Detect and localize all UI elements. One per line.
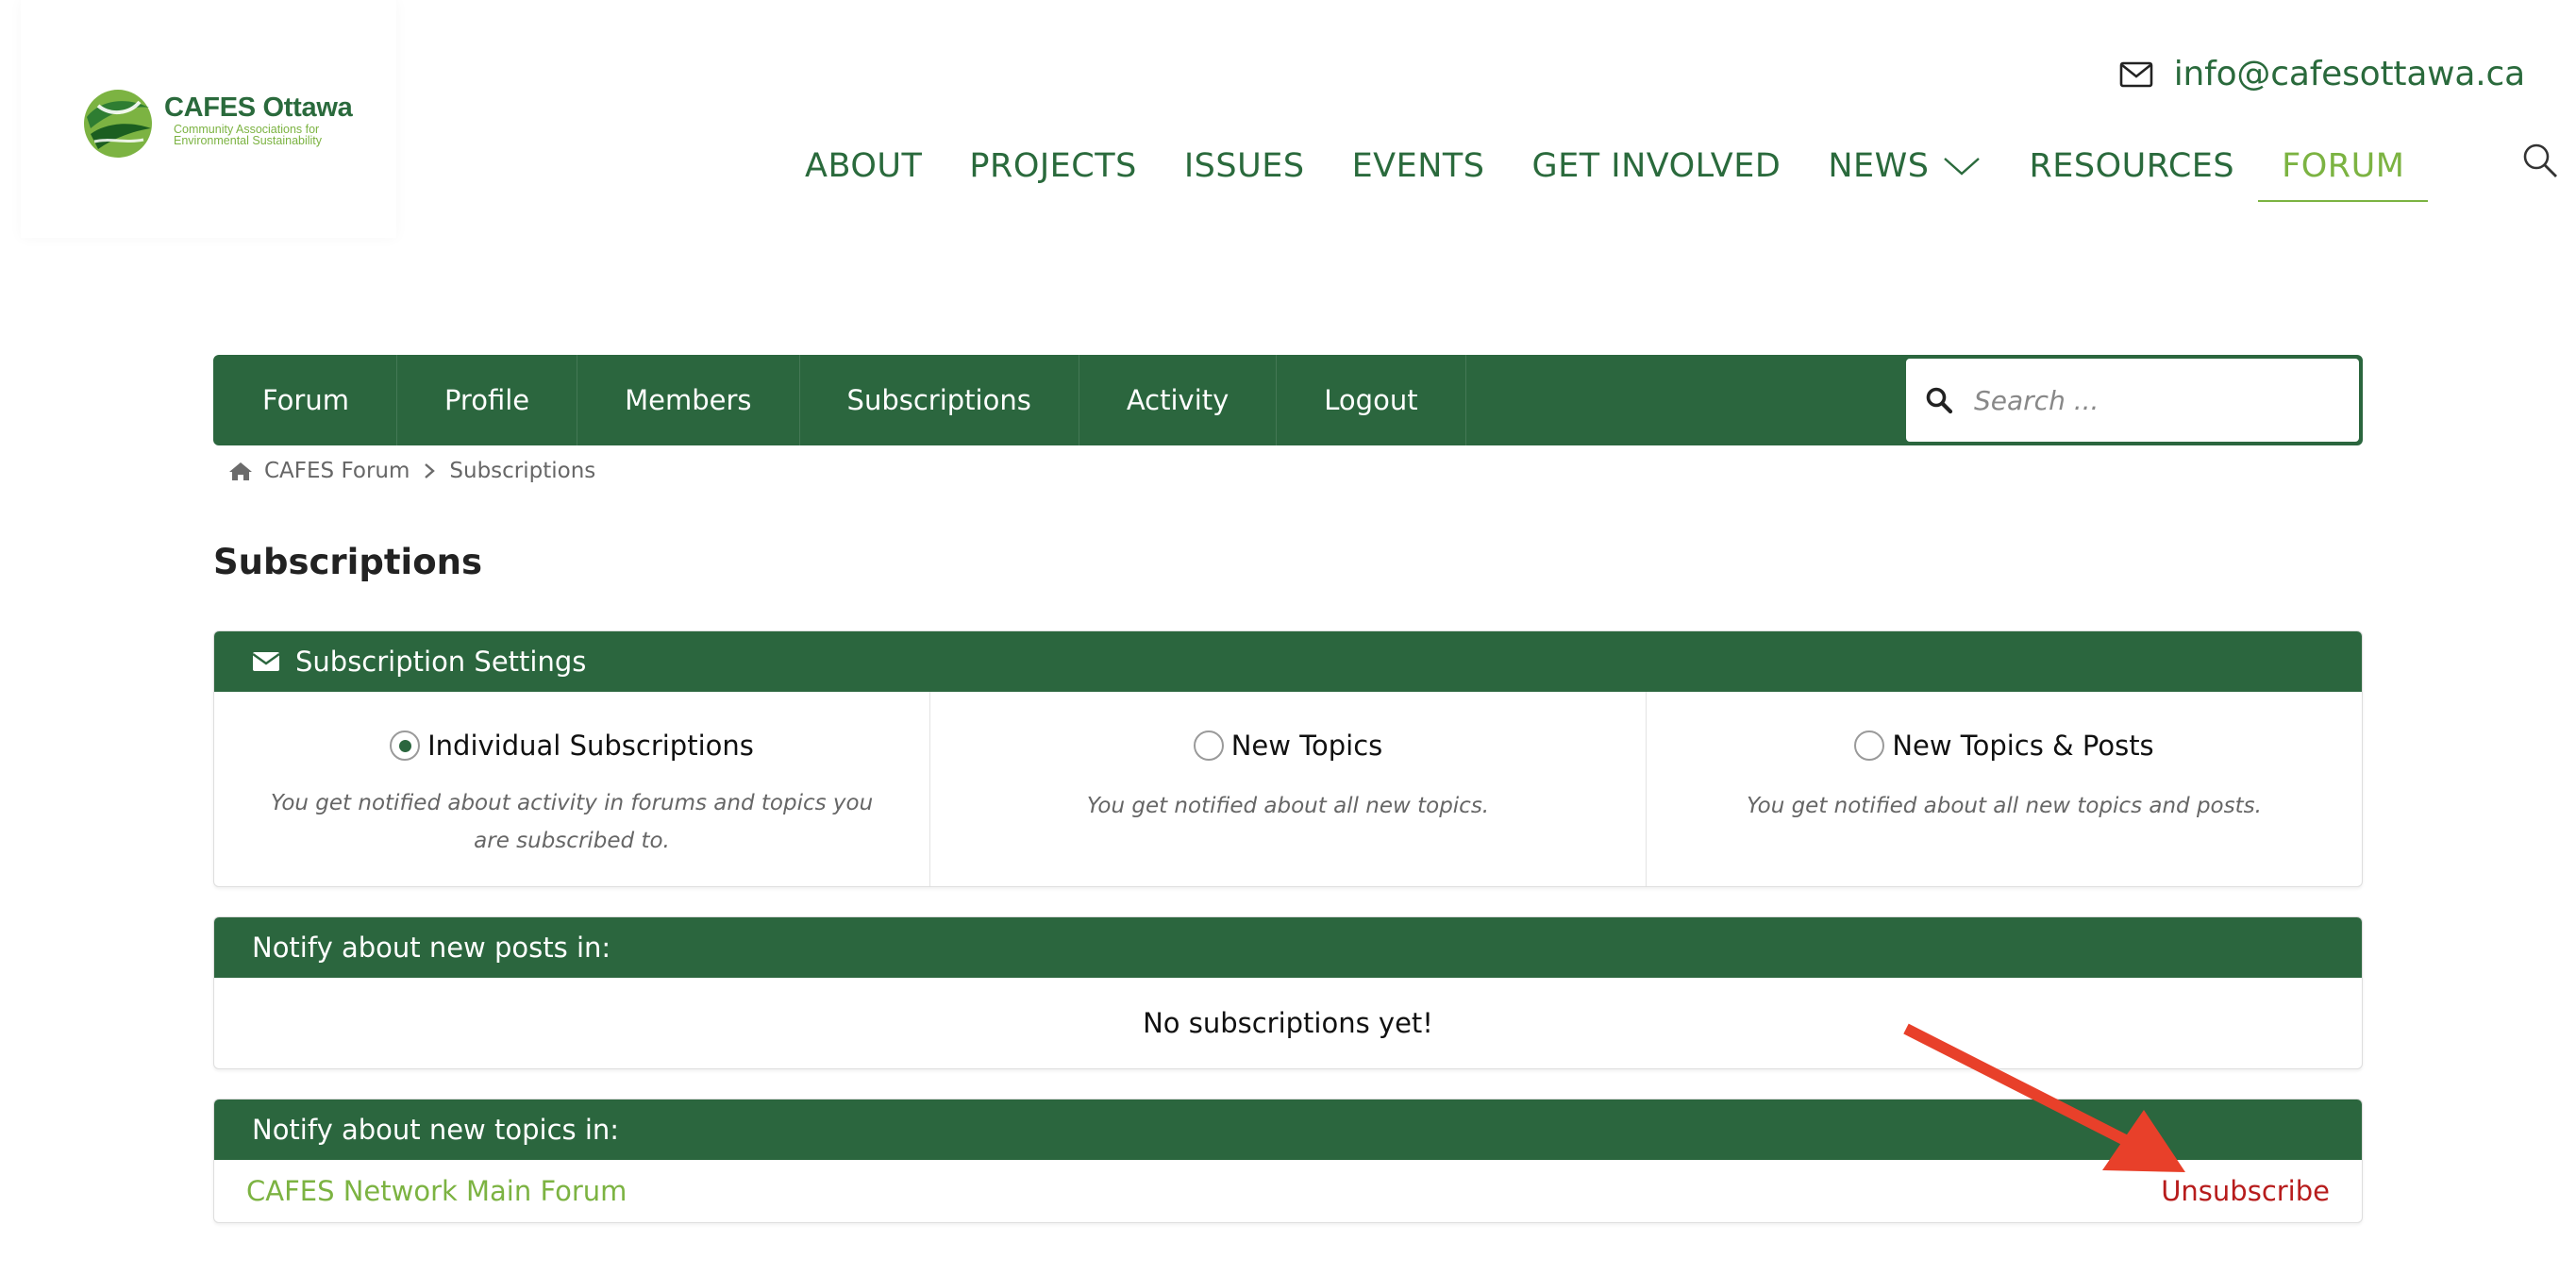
nav-resources[interactable]: RESOURCES [2005, 138, 2258, 194]
option-individual: Individual Subscriptions You get notifie… [214, 692, 930, 886]
logo-subtitle: Community Associations for Environmental… [174, 124, 323, 147]
nav-news[interactable]: NEWS [1804, 138, 2005, 194]
nav-projects[interactable]: PROJECTS [945, 138, 1160, 194]
nav-about[interactable]: ABOUT [781, 138, 945, 194]
option-new-topics: New Topics You get notified about all ne… [930, 692, 1647, 886]
tab-subscriptions[interactable]: Subscriptions [800, 355, 1079, 445]
option-new-topics-posts: New Topics & Posts You get notified abou… [1647, 692, 2362, 886]
radio-selected-dot [398, 739, 411, 752]
panel-header: Subscription Settings [214, 631, 2362, 692]
subscription-settings-panel: Subscription Settings Individual Subscri… [213, 630, 2363, 887]
contact-email: info@cafesottawa.ca [2173, 55, 2525, 93]
tab-logout[interactable]: Logout [1277, 355, 1466, 445]
page-title: Subscriptions [213, 542, 482, 582]
option-label[interactable]: New Topics [1193, 730, 1383, 762]
notify-posts-header: Notify about new posts in: [214, 917, 2362, 978]
subscription-row: CAFES Network Main Forum Unsubscribe [214, 1160, 2362, 1222]
option-label[interactable]: Individual Subscriptions [390, 730, 754, 762]
tab-profile[interactable]: Profile [397, 355, 578, 445]
forum-search-input[interactable] [1974, 384, 2333, 416]
option-text: New Topics & Posts [1892, 730, 2154, 762]
site-logo[interactable]: CAFES Ottawa Community Associations for … [21, 0, 396, 238]
breadcrumb-forum-link[interactable]: CAFES Forum [264, 459, 410, 483]
tab-forum[interactable]: Forum [213, 355, 397, 445]
logo-subtitle-line2: Environmental Sustainability [174, 134, 323, 147]
empty-message: No subscriptions yet! [1143, 1007, 1433, 1039]
main-nav: ABOUT PROJECTS ISSUES EVENTS GET INVOLVE… [781, 138, 2429, 202]
option-label[interactable]: New Topics & Posts [1854, 730, 2154, 762]
option-text: Individual Subscriptions [427, 730, 754, 762]
notify-posts-panel: Notify about new posts in: No subscripti… [213, 916, 2363, 1069]
nav-news-label: NEWS [1828, 147, 1930, 185]
nav-get-involved[interactable]: GET INVOLVED [1509, 138, 1805, 194]
settings-header-text: Subscription Settings [295, 646, 587, 678]
forum-search-box [1906, 359, 2359, 442]
search-icon[interactable] [1925, 386, 1953, 414]
notify-topics-panel: Notify about new topics in: CAFES Networ… [213, 1099, 2363, 1223]
home-icon[interactable] [228, 461, 253, 481]
unsubscribe-link[interactable]: Unsubscribe [2161, 1175, 2330, 1207]
tab-members[interactable]: Members [577, 355, 800, 445]
option-description: You get notified about all new topics an… [1747, 794, 2262, 818]
radio-button[interactable] [390, 730, 421, 761]
forum-menu-bar: Forum Profile Members Subscriptions Acti… [213, 355, 2363, 445]
option-description: You get notified about all new topics. [1086, 794, 1490, 818]
radio-button[interactable] [1854, 730, 1885, 761]
contact-email-link[interactable]: info@cafesottawa.ca [2119, 55, 2525, 93]
search-icon[interactable] [2521, 142, 2559, 179]
mail-icon [2119, 61, 2153, 87]
nav-events[interactable]: EVENTS [1329, 138, 1509, 194]
breadcrumb-current: Subscriptions [449, 459, 596, 483]
nav-forum[interactable]: FORUM [2258, 138, 2429, 202]
notify-topics-header: Notify about new topics in: [214, 1100, 2362, 1160]
envelope-icon [252, 652, 280, 671]
subscribed-forum-link[interactable]: CAFES Network Main Forum [246, 1175, 627, 1207]
option-text: New Topics [1230, 730, 1383, 762]
logo-mark-icon [84, 90, 152, 158]
nav-issues[interactable]: ISSUES [1161, 138, 1329, 194]
logo-title: CAFES Ottawa [164, 92, 353, 123]
option-description: You get notified about activity in forum… [270, 791, 874, 853]
radio-button[interactable] [1193, 730, 1224, 761]
breadcrumb: CAFES Forum Subscriptions [228, 457, 595, 485]
chevron-right-icon [425, 463, 436, 478]
tab-activity[interactable]: Activity [1079, 355, 1278, 445]
chevron-down-icon [1944, 158, 1981, 176]
